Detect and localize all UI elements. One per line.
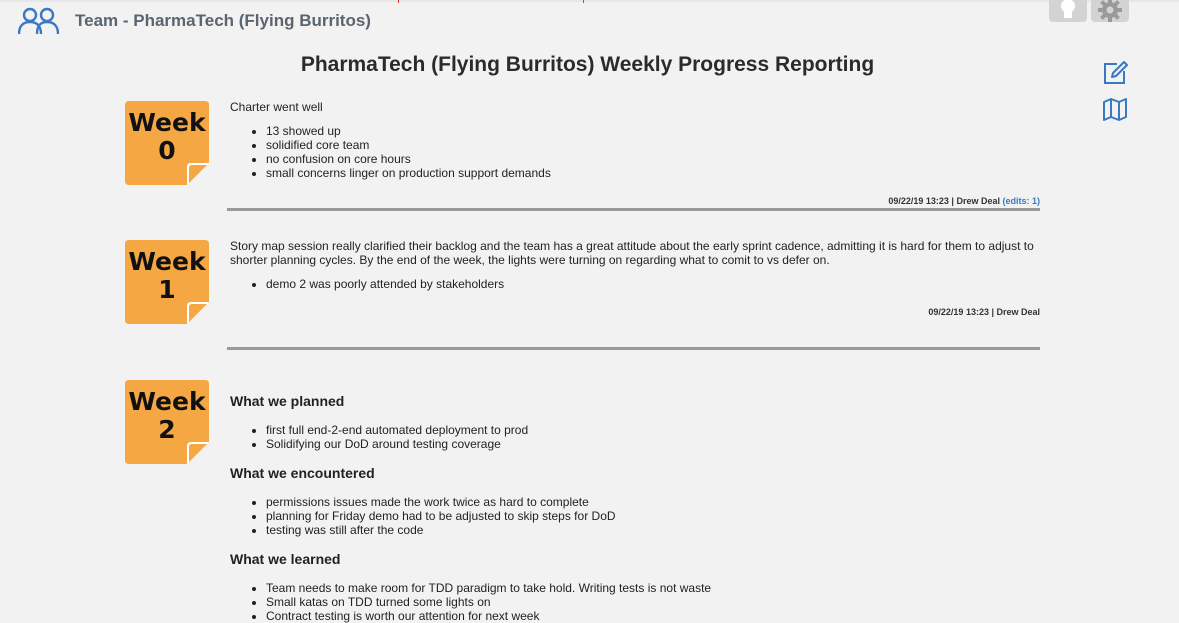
list-item: solidified core team xyxy=(266,138,1040,152)
gear-icon xyxy=(1097,0,1123,27)
list-item: small concerns linger on production supp… xyxy=(266,166,1040,180)
week-word: Week xyxy=(128,108,206,137)
section-heading: What we encountered xyxy=(230,465,375,481)
week-number: 1 xyxy=(158,275,176,304)
entry-meta: 09/22/19 13:23 | Drew Deal xyxy=(928,307,1040,317)
entry-list: demo 2 was poorly attended by stakeholde… xyxy=(230,277,1040,291)
week-number: 0 xyxy=(158,136,176,165)
entry-intro: Story map session really clarified their… xyxy=(230,239,1034,267)
list-item: first full end-2-end automated deploymen… xyxy=(266,423,1040,437)
meta-timestamp-author: 09/22/19 13:23 | Drew Deal xyxy=(928,307,1040,317)
map-icon xyxy=(1102,97,1128,126)
list-item: 13 showed up xyxy=(266,124,1040,138)
week-entry: Charter went well 13 showed up solidifie… xyxy=(230,100,1040,180)
week-word: Week xyxy=(128,247,206,276)
map-button[interactable] xyxy=(1101,97,1129,126)
week-badge: Week 0 xyxy=(125,101,209,185)
week-entry: What we planned first full end-2-end aut… xyxy=(230,393,1040,623)
top-toolbar xyxy=(1049,0,1129,22)
settings-button[interactable] xyxy=(1091,0,1129,22)
entry-list: permissions issues made the work twice a… xyxy=(230,495,1040,537)
divider xyxy=(227,208,1040,211)
entry-list: first full end-2-end automated deploymen… xyxy=(230,423,1040,451)
week-word: Week xyxy=(128,387,206,416)
week-badge: Week 2 xyxy=(125,380,209,464)
week-label: Week 1 xyxy=(125,248,209,304)
lightbulb-icon xyxy=(1058,0,1078,27)
list-item: testing was still after the code xyxy=(266,523,1040,537)
team-title[interactable]: Team - PharmaTech (Flying Burritos) xyxy=(75,11,371,31)
list-item: demo 2 was poorly attended by stakeholde… xyxy=(266,277,1040,291)
entry-list: 13 showed up solidified core team no con… xyxy=(230,124,1040,180)
week-entry: Story map session really clarified their… xyxy=(230,239,1040,291)
section-heading: What we planned xyxy=(230,393,345,409)
divider xyxy=(227,347,1040,350)
list-item: no confusion on core hours xyxy=(266,152,1040,166)
list-item: planning for Friday demo had to be adjus… xyxy=(266,509,1040,523)
entry-meta: 09/22/19 13:23 | Drew Deal (edits: 1) xyxy=(888,196,1040,206)
edits-link[interactable]: (edits: 1) xyxy=(1002,196,1040,206)
list-item: Team needs to make room for TDD paradigm… xyxy=(266,581,1040,595)
header: Team - PharmaTech (Flying Burritos) xyxy=(17,6,371,36)
entry-intro: Charter went well xyxy=(230,100,323,114)
week-badge: Week 1 xyxy=(125,240,209,324)
week-label: Week 2 xyxy=(125,388,209,444)
meta-timestamp-author: 09/22/19 13:23 | Drew Deal xyxy=(888,196,1000,206)
list-item: Small katas on TDD turned some lights on xyxy=(266,595,1040,609)
lightbulb-button[interactable] xyxy=(1049,0,1087,22)
top-border xyxy=(0,0,1179,3)
top-marker xyxy=(398,0,399,3)
list-item: permissions issues made the work twice a… xyxy=(266,495,1040,509)
team-icon[interactable] xyxy=(17,7,60,35)
list-item: Contract testing is worth our attention … xyxy=(266,609,1040,623)
page-title: PharmaTech (Flying Burritos) Weekly Prog… xyxy=(300,53,875,76)
list-item: Solidifying our DoD around testing cover… xyxy=(266,437,1040,451)
top-marker xyxy=(583,0,584,3)
week-number: 2 xyxy=(158,415,176,444)
entry-list: Team needs to make room for TDD paradigm… xyxy=(230,581,1040,623)
week-label: Week 0 xyxy=(125,109,209,165)
section-heading: What we learned xyxy=(230,551,341,567)
